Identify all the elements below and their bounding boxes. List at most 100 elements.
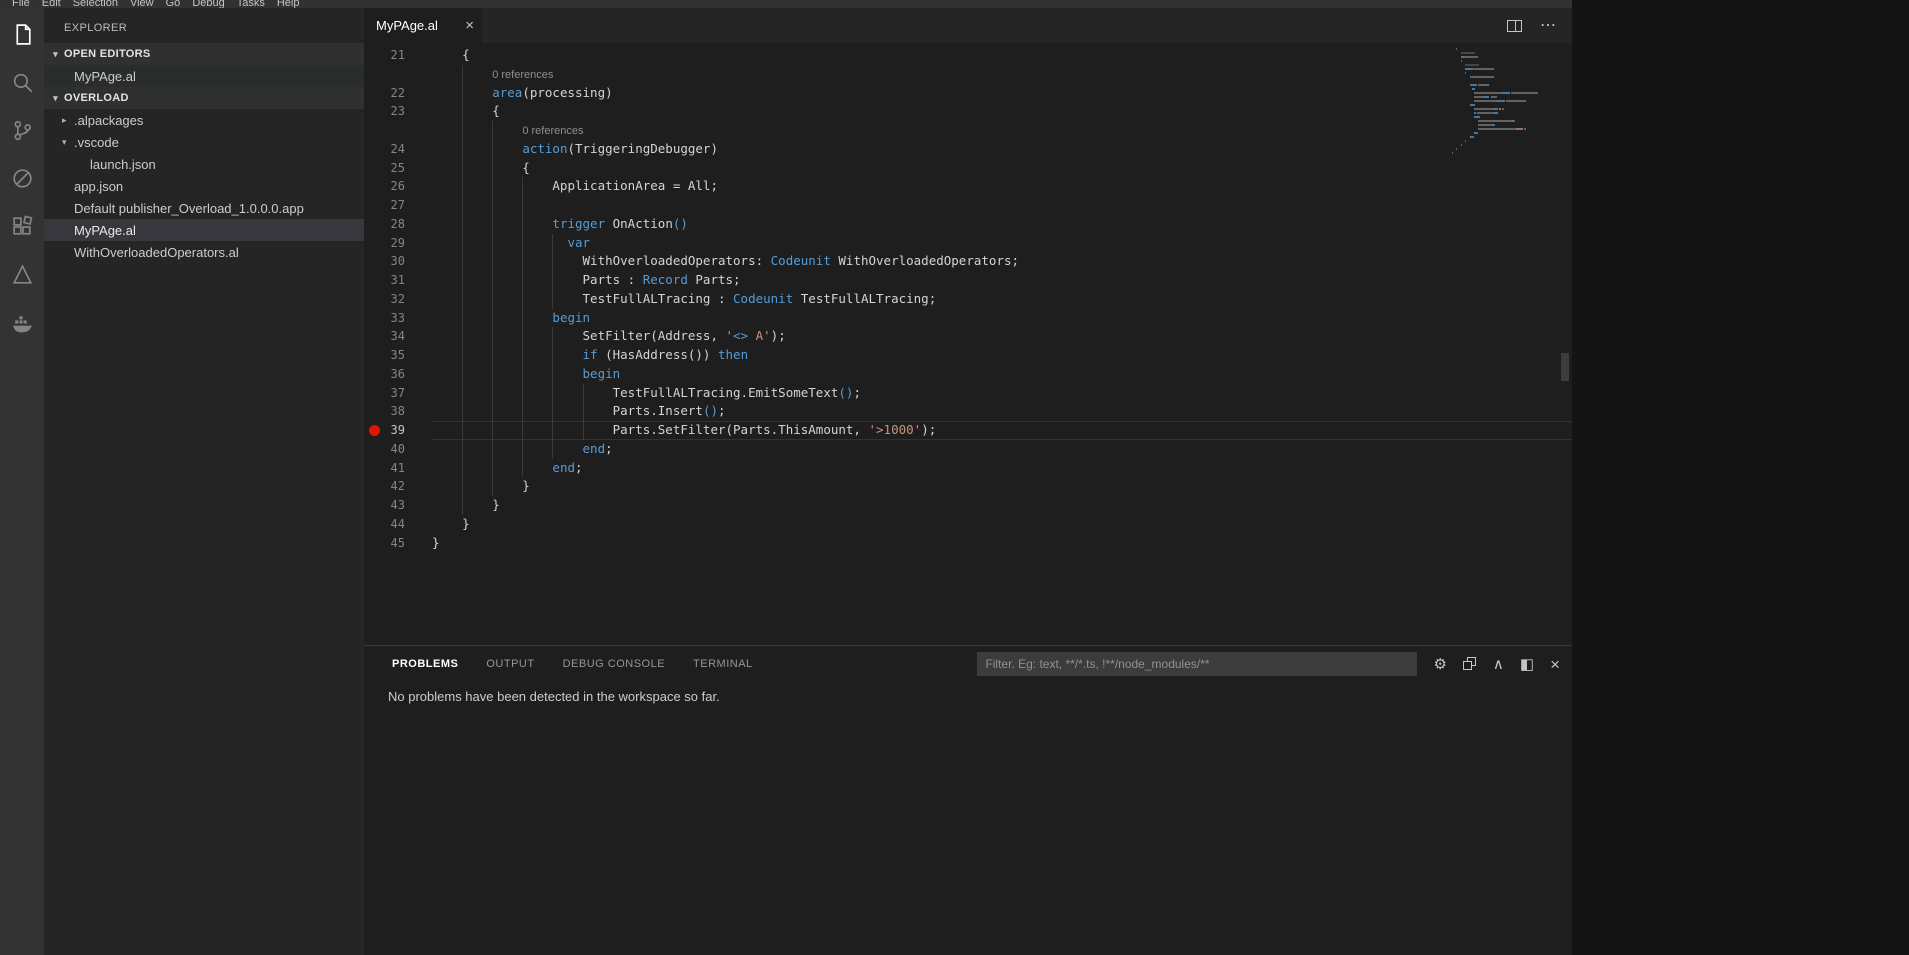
section-header-open-editors[interactable]: ▾OPEN EDITORS xyxy=(44,43,364,65)
line-number-gutter[interactable]: 40 xyxy=(364,440,432,459)
close-tab-icon[interactable]: × xyxy=(465,18,474,33)
line-number-gutter[interactable]: 38 xyxy=(364,402,432,421)
code-line-content[interactable]: end; xyxy=(432,440,1572,459)
line-number-gutter[interactable]: 37 xyxy=(364,384,432,403)
line-number-gutter[interactable]: 29 xyxy=(364,234,432,253)
split-editor-icon[interactable] xyxy=(1507,20,1522,32)
panel-tab-problems[interactable]: PROBLEMS xyxy=(392,658,458,670)
line-number-gutter[interactable]: 30 xyxy=(364,252,432,271)
menu-tasks[interactable]: Tasks xyxy=(231,0,271,8)
code-line-content[interactable]: } xyxy=(432,477,1572,496)
code-line-content[interactable]: Parts.SetFilter(Parts.ThisAmount, '>1000… xyxy=(432,421,1572,440)
section-header-overload[interactable]: ▾OVERLOAD xyxy=(44,87,364,109)
line-number-gutter[interactable]: 35 xyxy=(364,346,432,365)
code-line-content[interactable]: { xyxy=(432,102,1572,121)
line-number-gutter[interactable] xyxy=(364,121,432,140)
explorer-icon[interactable] xyxy=(0,10,44,58)
azure-icon[interactable] xyxy=(0,250,44,298)
tab-mypage-al[interactable]: MyPAge.al × xyxy=(364,8,482,43)
sidebar-item-default-publisher-overload-1-0-0-0-app[interactable]: Default publisher_Overload_1.0.0.0.app xyxy=(44,197,364,219)
minimap-line xyxy=(1474,108,1495,110)
line-number-gutter[interactable]: 21 xyxy=(364,46,432,65)
menu-go[interactable]: Go xyxy=(160,0,187,8)
panel-tab-terminal[interactable]: TERMINAL xyxy=(693,658,753,670)
indent-guide xyxy=(522,271,523,290)
menu-file[interactable]: File xyxy=(6,0,36,8)
editor[interactable]: 21 { 0 references 22 area(processing)23 {… xyxy=(364,43,1572,645)
editor-scrollbar[interactable] xyxy=(1558,43,1572,645)
search-icon[interactable] xyxy=(0,58,44,106)
panel-tab-debug-console[interactable]: DEBUG CONSOLE xyxy=(563,658,665,670)
sidebar-item-launch-json[interactable]: launch.json xyxy=(44,153,364,175)
line-number-gutter[interactable]: 31 xyxy=(364,271,432,290)
code-line-content[interactable] xyxy=(432,196,1572,215)
docker-icon[interactable] xyxy=(0,298,44,346)
source-control-icon[interactable] xyxy=(0,106,44,154)
line-number-gutter[interactable]: 27 xyxy=(364,196,432,215)
line-number-gutter[interactable]: 24 xyxy=(364,140,432,159)
line-number-gutter[interactable]: 32 xyxy=(364,290,432,309)
codelens-references[interactable]: 0 references xyxy=(492,69,553,81)
line-number-gutter[interactable]: 45 xyxy=(364,534,432,553)
code-line-content[interactable]: Parts.Insert(); xyxy=(432,402,1572,421)
menu-view[interactable]: View xyxy=(124,0,160,8)
sidebar-item-withoverloadedoperators-al[interactable]: WithOverloadedOperators.al xyxy=(44,241,364,263)
code-line-content[interactable]: WithOverloadedOperators: Codeunit WithOv… xyxy=(432,252,1572,271)
line-number-gutter[interactable]: 39 xyxy=(364,421,432,440)
code-line-content[interactable]: } xyxy=(432,515,1572,534)
line-number-gutter[interactable]: 28 xyxy=(364,215,432,234)
code-line-content[interactable]: { xyxy=(432,159,1572,178)
code-line-content[interactable]: begin xyxy=(432,309,1572,328)
sidebar-item-app-json[interactable]: app.json xyxy=(44,175,364,197)
line-number-gutter[interactable]: 44 xyxy=(364,515,432,534)
minimap[interactable] xyxy=(1452,48,1558,160)
line-number-gutter[interactable]: 34 xyxy=(364,327,432,346)
sidebar-item-mypage-al[interactable]: MyPAge.al xyxy=(44,65,364,87)
breakpoint-icon[interactable] xyxy=(369,425,380,436)
extensions-icon[interactable] xyxy=(0,202,44,250)
maximize-panel-icon[interactable]: ∧ xyxy=(1493,657,1504,672)
sidebar-item-alpackages[interactable]: ▸.alpackages xyxy=(44,109,364,131)
code-line-content[interactable]: end; xyxy=(432,459,1572,478)
code-line-content[interactable]: SetFilter(Address, '<> A'); xyxy=(432,327,1572,346)
gear-icon[interactable]: ⚙ xyxy=(1433,657,1446,672)
line-number-gutter[interactable]: 41 xyxy=(364,459,432,478)
menu-help[interactable]: Help xyxy=(271,0,306,8)
codelens-references[interactable]: 0 references xyxy=(522,125,583,137)
line-number-gutter[interactable]: 25 xyxy=(364,159,432,178)
panel-tab-output[interactable]: OUTPUT xyxy=(486,658,534,670)
menu-selection[interactable]: Selection xyxy=(67,0,124,8)
code-token: } xyxy=(432,497,500,512)
line-number-gutter[interactable]: 33 xyxy=(364,309,432,328)
line-number-gutter[interactable]: 43 xyxy=(364,496,432,515)
code-line-content[interactable]: if (HasAddress()) then xyxy=(432,346,1572,365)
code-line-content[interactable]: action(TriggeringDebugger) xyxy=(432,140,1572,159)
line-number-gutter[interactable]: 36 xyxy=(364,365,432,384)
menu-edit[interactable]: Edit xyxy=(36,0,67,8)
sidebar-item-mypage-al[interactable]: MyPAge.al xyxy=(44,219,364,241)
code-line-content[interactable]: TestFullALTracing : Codeunit TestFullALT… xyxy=(432,290,1572,309)
line-number-gutter[interactable]: 23 xyxy=(364,102,432,121)
code-line-content[interactable]: } xyxy=(432,534,1572,553)
open-in-editor-icon[interactable] xyxy=(1463,657,1477,671)
debug-icon[interactable] xyxy=(0,154,44,202)
code-line-content[interactable]: ApplicationArea = All; xyxy=(432,177,1572,196)
code-line-content[interactable]: var xyxy=(432,234,1572,253)
line-number-gutter[interactable]: 22 xyxy=(364,84,432,103)
more-actions-icon[interactable]: ⋯ xyxy=(1540,18,1556,34)
problems-filter-input[interactable] xyxy=(977,652,1417,676)
line-number-gutter[interactable] xyxy=(364,65,432,84)
code-line-content[interactable]: area(processing) xyxy=(432,84,1572,103)
code-line-content[interactable]: trigger OnAction() xyxy=(432,215,1572,234)
line-number-gutter[interactable]: 26 xyxy=(364,177,432,196)
code-line-content[interactable]: { xyxy=(432,46,1572,65)
code-line-content[interactable]: begin xyxy=(432,365,1572,384)
code-line-content[interactable]: } xyxy=(432,496,1572,515)
sidebar-item-vscode[interactable]: ▾.vscode xyxy=(44,131,364,153)
menu-debug[interactable]: Debug xyxy=(186,0,230,8)
code-line-content[interactable]: TestFullALTracing.EmitSomeText(); xyxy=(432,384,1572,403)
line-number-gutter[interactable]: 42 xyxy=(364,477,432,496)
code-line-content[interactable]: Parts : Record Parts; xyxy=(432,271,1572,290)
close-panel-icon[interactable]: × xyxy=(1550,656,1560,673)
panel-position-icon[interactable]: ◧ xyxy=(1520,657,1534,672)
